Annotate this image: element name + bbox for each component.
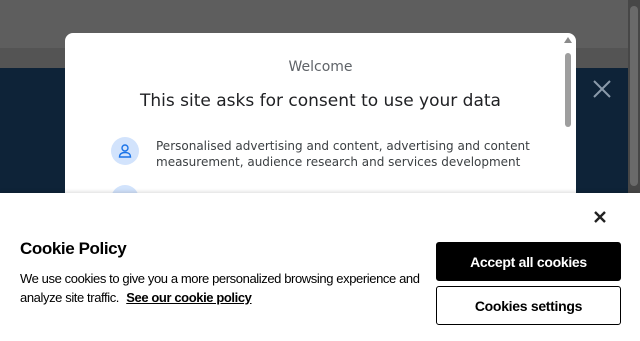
close-icon[interactable] [590,207,610,227]
cookie-policy-text: We use cookies to give you a more person… [20,269,420,307]
person-icon [111,137,139,165]
cookie-policy-link[interactable]: See our cookie policy [126,290,252,305]
page-scrollbar-thumb[interactable] [630,6,638,186]
accept-all-cookies-button[interactable]: Accept all cookies [436,242,621,281]
cookie-policy-title: Cookie Policy [20,239,127,258]
cookie-banner: Cookie Policy We use cookies to give you… [0,193,640,341]
consent-purpose-item: Personalised advertising and content, ad… [111,135,541,175]
close-icon[interactable] [591,78,613,100]
consent-dialog: Welcome This site asks for consent to us… [65,33,576,213]
consent-purpose-text: Personalised advertising and content, ad… [156,139,530,169]
cookies-settings-button[interactable]: Cookies settings [436,286,621,325]
scroll-up-arrow-icon[interactable] [564,37,572,43]
consent-welcome: Welcome [288,59,353,75]
consent-title: This site asks for consent to use your d… [140,91,501,111]
